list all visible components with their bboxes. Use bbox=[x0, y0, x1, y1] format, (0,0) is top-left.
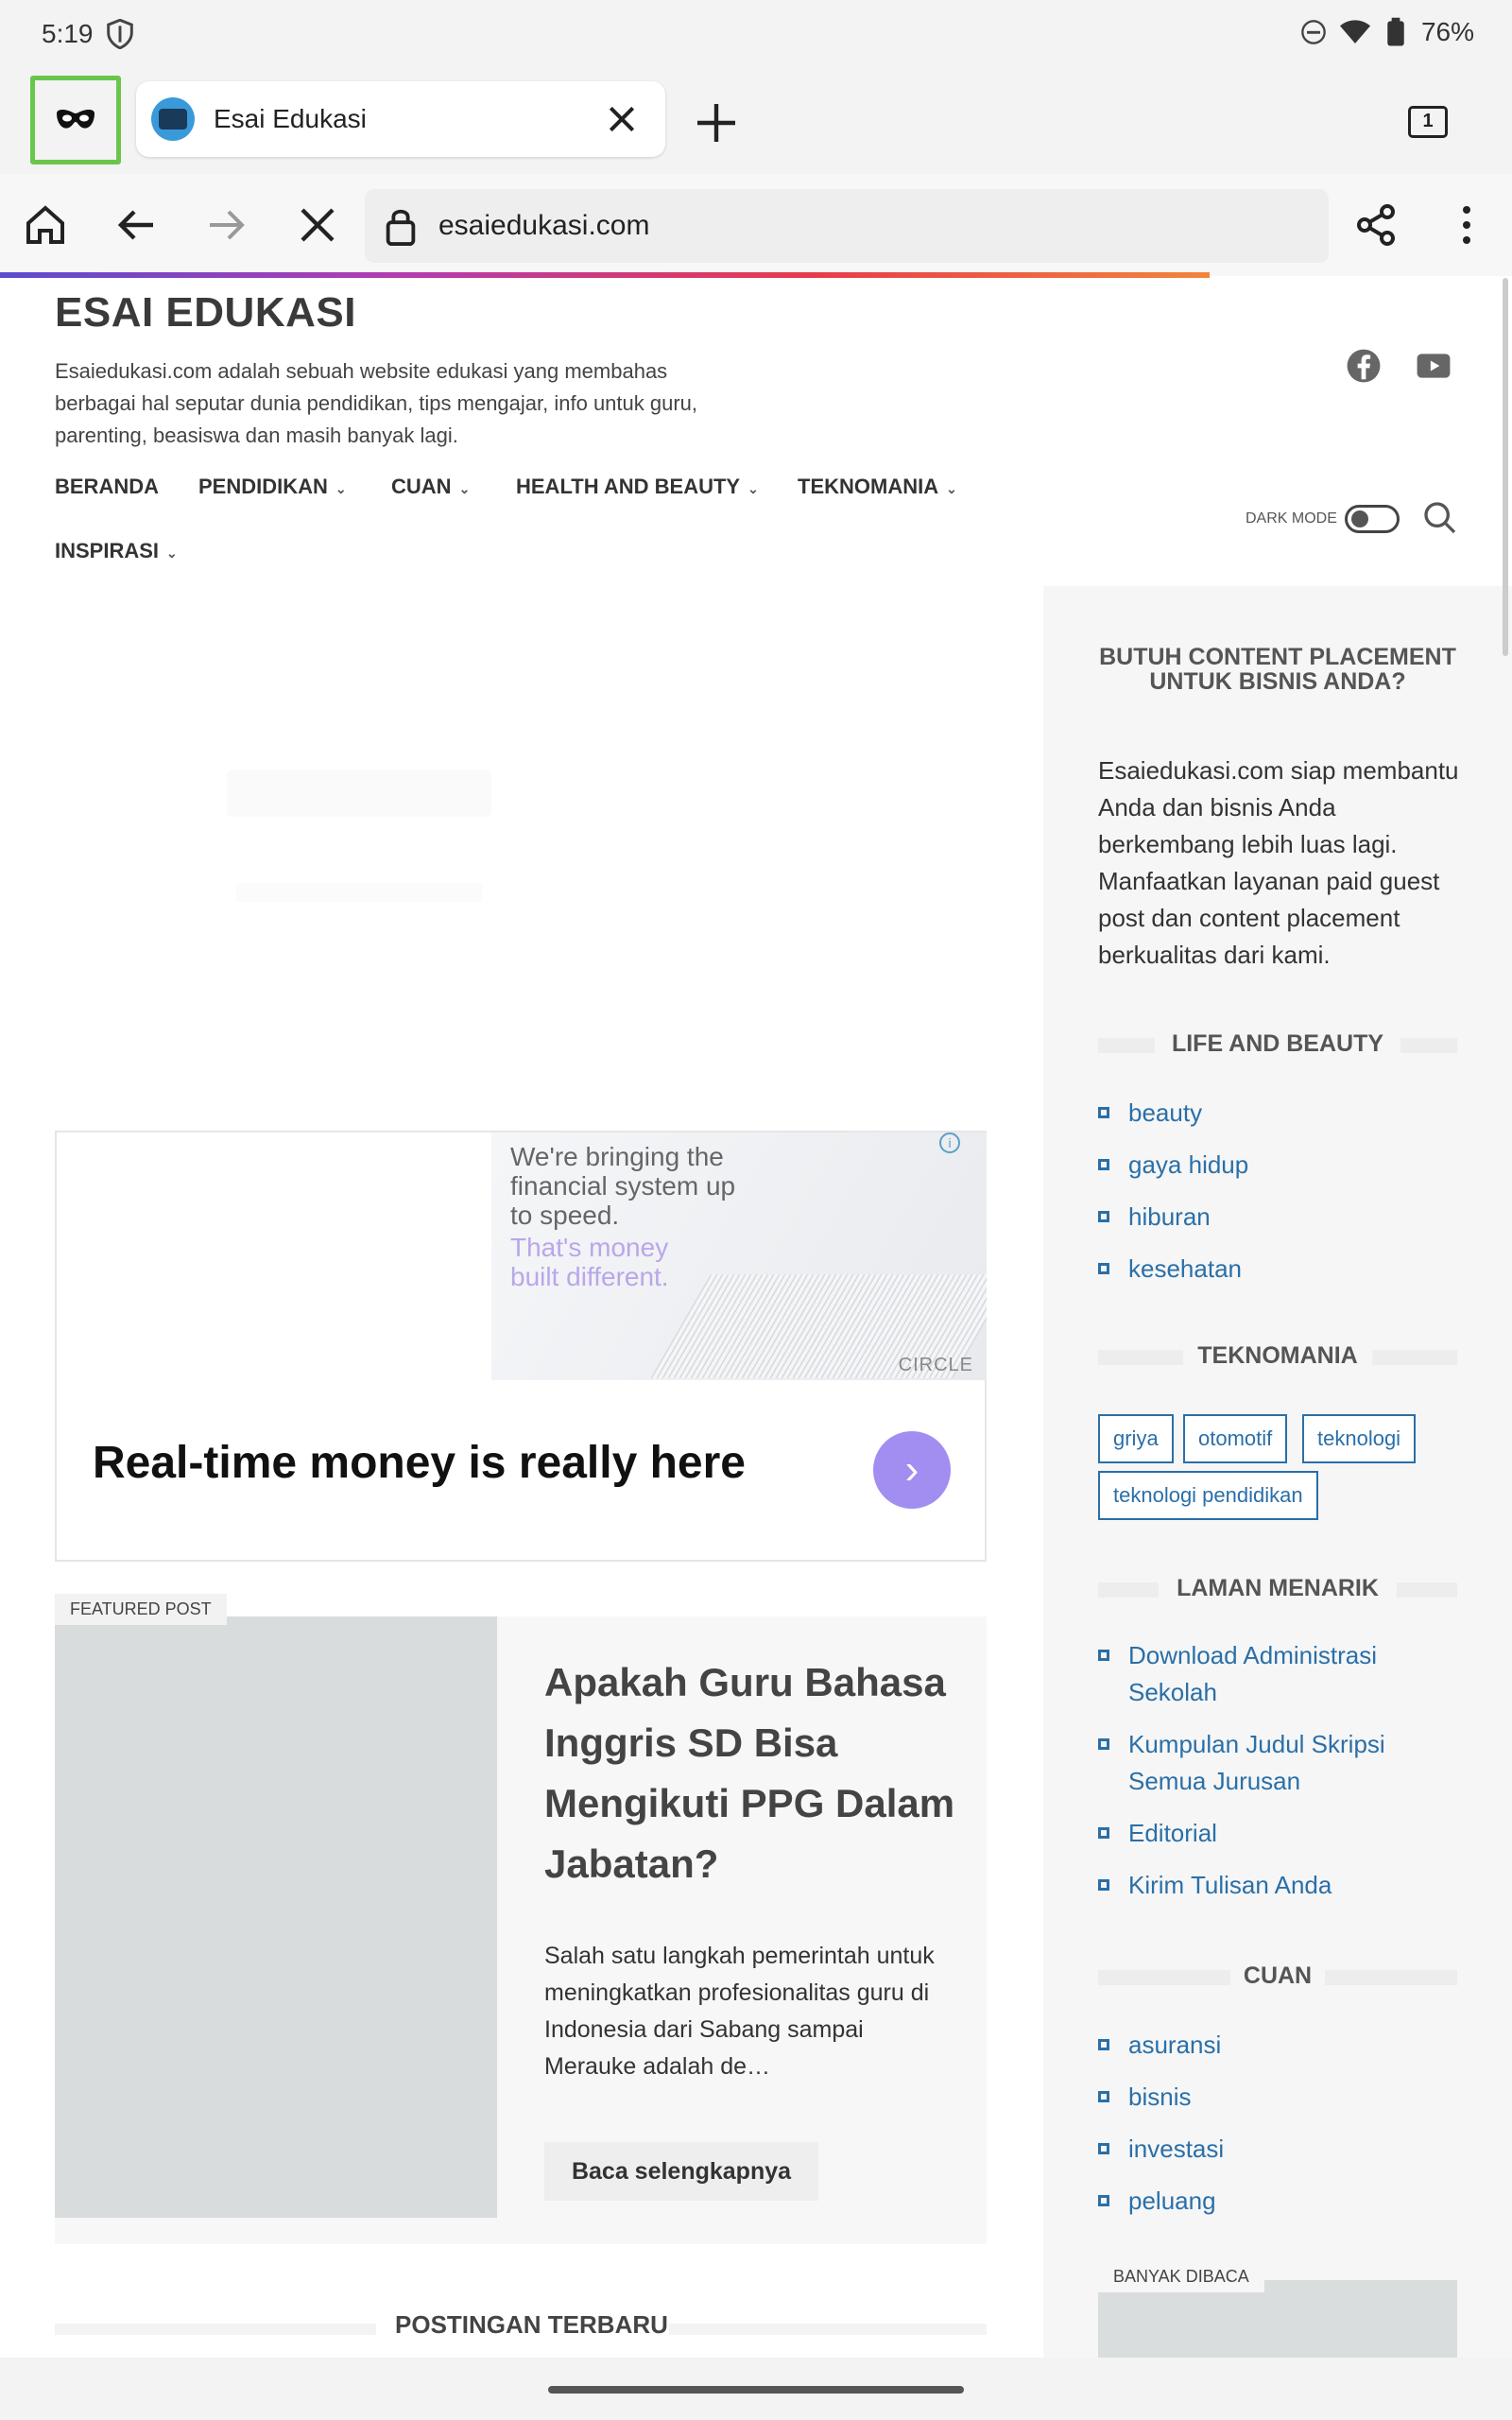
home-icon[interactable] bbox=[23, 202, 68, 248]
chevron-down-icon: ⌄ bbox=[458, 481, 471, 496]
link-asuransi[interactable]: asuransi bbox=[1098, 2027, 1438, 2064]
cuan-heading: CUAN bbox=[1098, 1962, 1457, 1991]
link-kumpulan-judul-skripsi[interactable]: Kumpulan Judul Skripsi Semua Jurusan bbox=[1098, 1726, 1438, 1800]
search-icon[interactable] bbox=[1421, 499, 1459, 537]
more-options-icon[interactable] bbox=[1444, 202, 1489, 248]
nav-item-health-and-beauty[interactable]: HEALTH AND BEAUTY ⌄ bbox=[516, 475, 759, 499]
url-text[interactable]: esaiedukasi.com bbox=[438, 210, 649, 242]
featured-thumbnail[interactable] bbox=[55, 1616, 497, 2218]
address-bar[interactable]: esaiedukasi.com bbox=[365, 189, 1329, 263]
shield-icon bbox=[107, 19, 133, 49]
link-investasi[interactable]: investasi bbox=[1098, 2131, 1438, 2168]
link-gaya-hidup[interactable]: gaya hidup bbox=[1098, 1147, 1438, 1184]
lock-icon bbox=[386, 209, 416, 246]
back-icon[interactable] bbox=[113, 202, 159, 248]
ad-image[interactable]: We're bringing the financial system up t… bbox=[491, 1132, 987, 1380]
link-editorial[interactable]: Editorial bbox=[1098, 1815, 1438, 1852]
nav-item-cuan[interactable]: CUAN ⌄ bbox=[391, 475, 470, 499]
featured-title[interactable]: Apakah Guru Bahasa Inggris SD Bisa Mengi… bbox=[544, 1652, 960, 1894]
ad-brand: CIRCLE bbox=[898, 1355, 973, 1375]
loading-placeholder bbox=[236, 883, 482, 902]
youtube-icon[interactable] bbox=[1416, 348, 1452, 384]
nav-item-beranda[interactable]: BERANDA bbox=[55, 475, 159, 499]
do-not-disturb-icon bbox=[1301, 20, 1326, 44]
gesture-handle[interactable] bbox=[548, 2386, 964, 2394]
nav-item-teknomania[interactable]: TEKNOMANIA ⌄ bbox=[798, 475, 957, 499]
ad-chevron-right-icon[interactable]: › bbox=[873, 1431, 951, 1509]
status-right: 76% bbox=[1300, 17, 1474, 47]
tag-teknologi-pendidikan[interactable]: teknologi pendidikan bbox=[1098, 1471, 1318, 1520]
browser-toolbar: esaiedukasi.com bbox=[0, 174, 1512, 276]
teknomania-heading: TEKNOMANIA bbox=[1098, 1342, 1457, 1371]
link-kesehatan[interactable]: kesehatan bbox=[1098, 1251, 1438, 1288]
chevron-down-icon: ⌄ bbox=[747, 481, 759, 496]
battery-percent: 76% bbox=[1420, 17, 1474, 46]
promo-text: Esaiedukasi.com siap membantu Anda dan b… bbox=[1098, 756, 1459, 969]
link-bisnis[interactable]: bisnis bbox=[1098, 2079, 1438, 2116]
featured-badge: FEATURED POST bbox=[55, 1594, 227, 1625]
tag-griya[interactable]: griya bbox=[1098, 1414, 1174, 1463]
dark-mode-label: DARK MODE bbox=[1246, 510, 1337, 527]
chevron-down-icon: ⌄ bbox=[335, 481, 347, 496]
latest-posts-heading: POSTINGAN TERBARU bbox=[55, 2310, 987, 2348]
navigation-bar bbox=[0, 2358, 1512, 2420]
dark-mode-switch[interactable]: DARK MODE bbox=[1246, 505, 1400, 533]
latest-posts-label: POSTINGAN TERBARU bbox=[395, 2310, 668, 2339]
nav-item-pendidikan[interactable]: PENDIDIKAN ⌄ bbox=[198, 475, 347, 499]
new-tab-icon[interactable] bbox=[694, 100, 739, 146]
tab-strip: Esai Edukasi 1 bbox=[0, 68, 1512, 174]
featured-excerpt: Salah satu langkah pemerintah untuk meni… bbox=[544, 1943, 935, 2080]
tab-counter-button[interactable]: 1 bbox=[1408, 106, 1448, 138]
tag-otomotif[interactable]: otomotif bbox=[1183, 1414, 1288, 1463]
nav-item-inspirasi[interactable]: INSPIRASI ⌄ bbox=[55, 539, 178, 563]
site-description: Esaiedukasi.com adalah sebuah website ed… bbox=[55, 359, 698, 447]
popular-posts-badge: BANYAK DIBACA bbox=[1098, 2261, 1264, 2292]
facebook-icon[interactable] bbox=[1346, 348, 1382, 384]
link-beauty[interactable]: beauty bbox=[1098, 1095, 1438, 1132]
laman-menarik-heading: LAMAN MENARIK bbox=[1098, 1575, 1457, 1603]
share-icon[interactable] bbox=[1353, 202, 1399, 248]
loading-placeholder bbox=[227, 769, 491, 817]
wifi-icon bbox=[1339, 20, 1370, 43]
featured-post: FEATURED POST Apakah Guru Bahasa Inggris… bbox=[55, 1594, 987, 2244]
ad-line-2: That's money built different. bbox=[510, 1233, 669, 1291]
chevron-down-icon: ⌄ bbox=[166, 545, 178, 561]
dark-mode-toggle[interactable] bbox=[1344, 505, 1400, 533]
site-favicon-icon bbox=[151, 97, 195, 141]
popular-posts-widget[interactable]: BANYAK DIBACA bbox=[1098, 2261, 1457, 2358]
advertisement[interactable]: We're bringing the financial system up t… bbox=[55, 1131, 987, 1562]
site-title[interactable]: ESAI EDUKASI bbox=[55, 289, 356, 337]
life-beauty-heading: LIFE AND BEAUTY bbox=[1098, 1030, 1457, 1059]
ad-headline[interactable]: Real-time money is really here bbox=[93, 1437, 746, 1489]
promo-title: BUTUH CONTENT PLACEMENT UNTUK BISNIS AND… bbox=[1099, 644, 1456, 695]
tag-teknologi[interactable]: teknologi bbox=[1302, 1414, 1417, 1463]
link-peluang[interactable]: peluang bbox=[1098, 2183, 1438, 2220]
sidebar: BUTUH CONTENT PLACEMENT UNTUK BISNIS AND… bbox=[1043, 586, 1512, 2382]
private-browsing-button[interactable] bbox=[30, 76, 121, 164]
battery-icon bbox=[1387, 17, 1404, 46]
read-more-button[interactable]: Baca selengkapnya bbox=[544, 2142, 818, 2201]
link-hiburan[interactable]: hiburan bbox=[1098, 1199, 1438, 1236]
tab-esai-edukasi[interactable]: Esai Edukasi bbox=[136, 81, 665, 157]
mask-icon bbox=[57, 110, 94, 129]
chevron-down-icon: ⌄ bbox=[946, 481, 957, 496]
page-scrollbar[interactable] bbox=[1503, 278, 1508, 656]
ad-line-1: We're bringing the financial system up t… bbox=[510, 1142, 736, 1230]
link-kirim-tulisan[interactable]: Kirim Tulisan Anda bbox=[1098, 1867, 1438, 1904]
ad-info-icon[interactable]: i bbox=[939, 1132, 960, 1153]
close-tab-icon[interactable] bbox=[603, 100, 641, 138]
forward-icon[interactable] bbox=[204, 202, 249, 248]
link-download-administrasi[interactable]: Download Administrasi Sekolah bbox=[1098, 1637, 1438, 1711]
stop-loading-icon[interactable] bbox=[295, 202, 340, 248]
status-time: 5:19 bbox=[42, 19, 94, 48]
status-bar: 5:19 76% bbox=[0, 0, 1512, 68]
tab-title: Esai Edukasi bbox=[214, 104, 367, 133]
